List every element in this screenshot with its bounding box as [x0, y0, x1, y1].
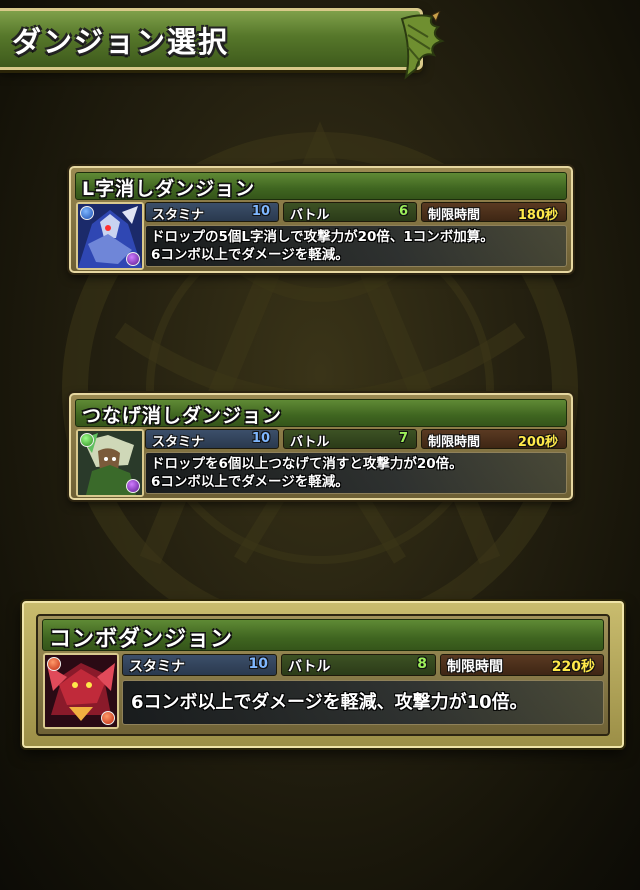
- water-attribute-orb-icon: [80, 206, 94, 220]
- dragon-wing-icon: [400, 11, 445, 80]
- dungeon-name: L字消しダンジョン: [82, 178, 256, 200]
- red-dragon-monster-portrait-icon: [43, 653, 119, 729]
- dungeon-name: コンボダンジョン: [49, 627, 234, 652]
- time-limit-stat: 制限時間 200秒: [421, 429, 567, 450]
- battle-stat: バトル 7: [283, 429, 417, 450]
- dungeon-stats: スタミナ 10 バトル 6 制限時間 180秒: [145, 202, 567, 223]
- dark-attribute-orb-icon: [126, 252, 140, 266]
- time-limit-stat: 制限時間 220秒: [440, 654, 604, 676]
- time-limit-value: 220秒: [551, 659, 595, 675]
- dark-attribute-orb-icon: [126, 479, 140, 493]
- stamina-value: 10: [251, 431, 270, 446]
- blue-armored-knight-monster-portrait-icon: [76, 202, 144, 270]
- stamina-stat: スタミナ 10: [145, 202, 279, 223]
- dungeon-card-l-shape[interactable]: L字消しダンジョン スタミナ 10 バトル 6 制限時間 180秒 ドロップの5…: [69, 166, 573, 273]
- dungeon-card-combo-selected[interactable]: コンボダンジョン スタミナ 10 バトル 8 制限時間 220秒 6コンボ以上で…: [22, 601, 624, 748]
- dungeon-stats: スタミナ 10 バトル 7 制限時間 200秒: [145, 429, 567, 450]
- stamina-value: 10: [251, 204, 270, 219]
- page-title: ダンジョン選択: [12, 25, 230, 59]
- time-limit-value: 180秒: [517, 208, 558, 223]
- fire-attribute-orb-icon: [47, 657, 61, 671]
- dungeon-name: つなげ消しダンジョン: [82, 405, 283, 427]
- battle-stat: バトル 8: [281, 654, 436, 676]
- fire-attribute-orb-icon: [101, 711, 115, 725]
- dungeon-description: 6コンボ以上でダメージを軽減、攻撃力が10倍。: [122, 680, 604, 725]
- time-limit-stat: 制限時間 180秒: [421, 202, 567, 223]
- dungeon-stats: スタミナ 10 バトル 8 制限時間 220秒: [122, 654, 604, 676]
- wood-attribute-orb-icon: [80, 433, 94, 447]
- dungeon-title-bar: L字消しダンジョン: [75, 172, 567, 200]
- battle-stat: バトル 6: [283, 202, 417, 223]
- stamina-value: 10: [248, 656, 268, 672]
- green-haired-warrior-monster-portrait-icon: [76, 429, 144, 497]
- dungeon-description: ドロップの5個L字消しで攻撃力が20倍、1コンボ加算。 6コンボ以上でダメージを…: [145, 225, 567, 267]
- battle-value: 7: [398, 431, 408, 446]
- battle-value: 6: [398, 204, 408, 219]
- dungeon-description: ドロップを6個以上つなげて消すと攻撃力が20倍。 6コンボ以上でダメージを軽減。: [145, 452, 567, 494]
- header-banner: ダンジョン選択: [0, 8, 445, 80]
- stamina-stat: スタミナ 10: [145, 429, 279, 450]
- dungeon-title-bar: つなげ消しダンジョン: [75, 399, 567, 427]
- dungeon-card-combo-inner: コンボダンジョン スタミナ 10 バトル 8 制限時間 220秒 6コンボ以上で…: [36, 614, 610, 736]
- dungeon-card-connect[interactable]: つなげ消しダンジョン スタミナ 10 バトル 7 制限時間 200秒 ドロップを…: [69, 393, 573, 500]
- dungeon-title-bar: コンボダンジョン: [42, 619, 604, 652]
- battle-value: 8: [417, 656, 427, 672]
- stamina-stat: スタミナ 10: [122, 654, 277, 676]
- time-limit-value: 200秒: [517, 435, 558, 450]
